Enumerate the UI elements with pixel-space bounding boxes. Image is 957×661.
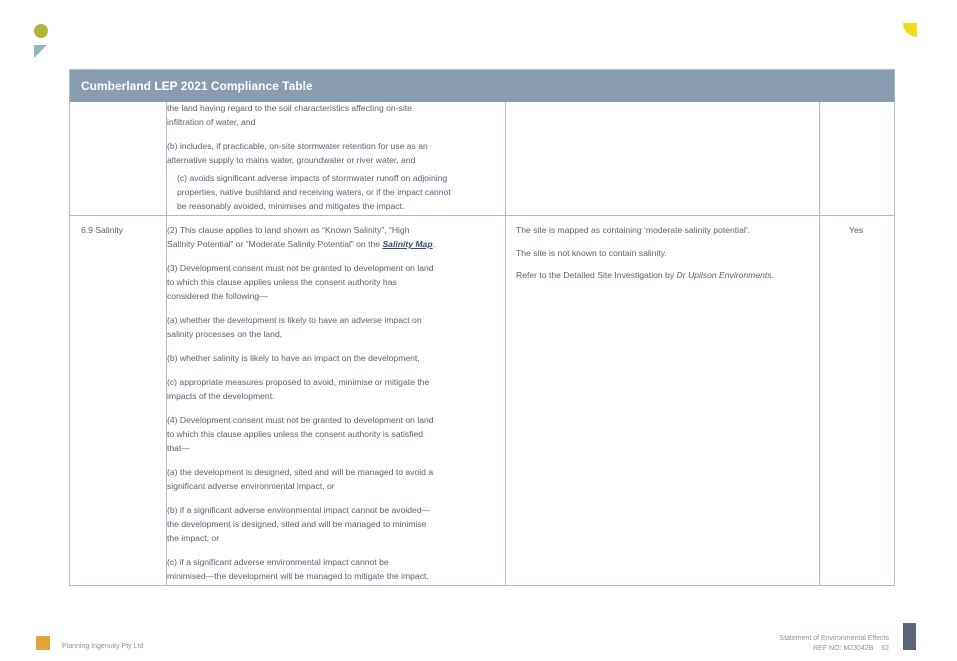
footer-accent-bar xyxy=(903,623,916,650)
clause-text: that— xyxy=(167,443,190,453)
clause-text: (4) Development consent must not be gran… xyxy=(167,415,434,425)
clause-text: (a) the development is designed, sited a… xyxy=(167,467,434,477)
clause-text: (a) whether the development is likely to… xyxy=(167,315,422,325)
clause-text: alternative supply to mains water, groun… xyxy=(167,155,416,165)
clause-text: properties, native bushland and receivin… xyxy=(177,187,451,197)
footer-company: Planning Ingenuity Pty Ltd xyxy=(62,643,144,650)
footer-doc-title: Statement of Environmental Effects xyxy=(779,635,889,642)
clause-text: (2) This clause applies to land shown as… xyxy=(167,225,410,235)
comment-text-segment: . xyxy=(771,270,774,280)
clause-text-segment: . xyxy=(432,239,435,249)
clause-text: (c) if a significant adverse environment… xyxy=(167,557,389,567)
footer-meta: Statement of Environmental Effects REF N… xyxy=(779,634,889,654)
clause-text: (3) Development consent must not be gran… xyxy=(167,263,434,273)
clause-text: (b) includes, if practicable, on-site st… xyxy=(167,141,428,151)
clause-text: to which this clause applies unless the … xyxy=(167,429,424,439)
compliance-table: Cumberland LEP 2021 Compliance Table the… xyxy=(69,69,895,586)
logo-circle-icon xyxy=(34,24,48,38)
clause-title: 6.9 Salinity xyxy=(81,225,124,235)
clause-text-segment: Salinity Potential” or “Moderate Salinit… xyxy=(167,239,383,249)
clause-text: the development is designed, sited and w… xyxy=(167,519,427,529)
comment-text: The site is mapped as containing ‘modera… xyxy=(516,225,751,235)
comment-text-segment: Refer to the Detailed Site Investigation… xyxy=(516,270,677,280)
clause-text: considered the following— xyxy=(167,291,268,301)
clause-text: (b) if a significant adverse environment… xyxy=(167,505,431,515)
comment-text: Refer to the Detailed Site Investigation… xyxy=(516,269,774,283)
comment-text: The site is not known to contain salinit… xyxy=(516,248,667,258)
salinity-map-link[interactable]: Salinity Map xyxy=(382,239,432,249)
row-divider xyxy=(70,215,894,216)
footer-ref-line: REF NO: M23042B 62 xyxy=(779,644,889,654)
clause-text: to which this clause applies unless the … xyxy=(167,277,397,287)
clause-text: (c) avoids significant adverse impacts o… xyxy=(177,173,448,183)
clause-text: infiltration of water, and xyxy=(167,117,256,127)
footer-ref: REF NO: M23042B xyxy=(813,645,874,652)
page-number: 62 xyxy=(881,645,889,652)
clause-text: be reasonably avoided, minimises and mit… xyxy=(177,201,405,211)
compliance-status: Yes xyxy=(849,225,864,235)
footer-logo-icon xyxy=(36,636,50,650)
clause-text: Salinity Potential” or “Moderate Salinit… xyxy=(167,238,435,252)
clause-text: significant adverse environmental impact… xyxy=(167,481,335,491)
table-title: Cumberland LEP 2021 Compliance Table xyxy=(70,70,894,102)
corner-accent-icon xyxy=(903,23,917,37)
clause-text: (c) appropriate measures proposed to avo… xyxy=(167,377,430,387)
consultant-name: Dr Upilson Environments xyxy=(676,270,772,280)
logo-triangle-icon xyxy=(34,45,47,58)
column-divider xyxy=(819,102,820,585)
clause-text: (b) whether salinity is likely to have a… xyxy=(167,353,420,363)
column-divider xyxy=(505,102,506,585)
clause-text: the impact, or xyxy=(167,533,220,543)
clause-text: minimised—the development will be manage… xyxy=(167,571,429,581)
clause-text: the land having regard to the soil chara… xyxy=(167,103,412,113)
clause-text: salinity processes on the land, xyxy=(167,329,283,339)
clause-text: impacts of the development. xyxy=(167,391,275,401)
